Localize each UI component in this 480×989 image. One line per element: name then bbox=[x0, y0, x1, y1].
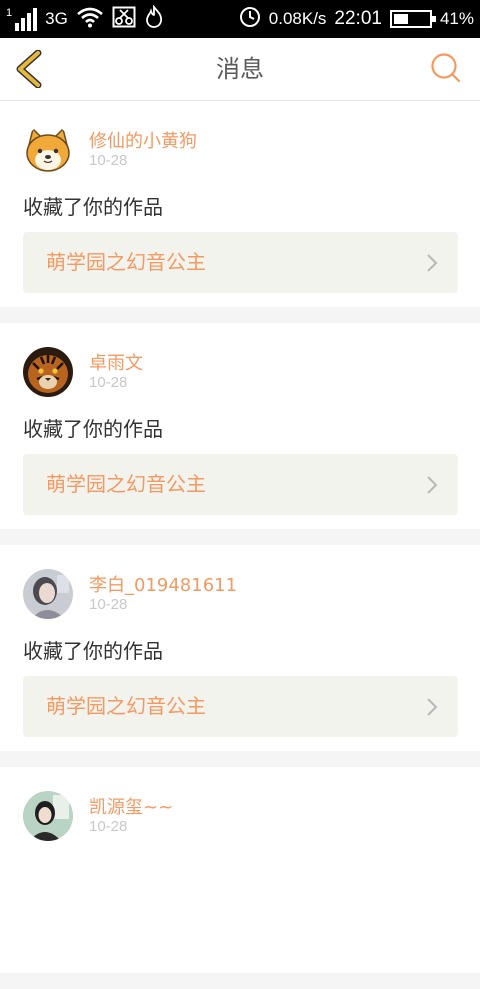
message-date: 10-28 bbox=[89, 374, 128, 391]
tiger-avatar-icon bbox=[23, 347, 73, 397]
work-link[interactable]: 萌学园之幻音公主 bbox=[23, 454, 458, 515]
clock-time: 22:01 bbox=[334, 8, 382, 29]
girl-photo-avatar-icon bbox=[23, 569, 73, 619]
work-title: 萌学园之幻音公主 bbox=[46, 472, 206, 496]
message-card: 凯源玺~~ 10-28 bbox=[0, 767, 480, 973]
chevron-right-icon bbox=[427, 698, 438, 716]
screenshot-icon bbox=[112, 6, 136, 33]
avatar[interactable] bbox=[23, 569, 73, 619]
battery-percent: 41% bbox=[439, 9, 474, 28]
wifi-icon bbox=[76, 6, 104, 33]
username[interactable]: 凯源玺~~ bbox=[89, 793, 173, 819]
chevron-right-icon bbox=[427, 254, 438, 272]
username[interactable]: 修仙的小黄狗 bbox=[89, 127, 197, 153]
app-notification-icon bbox=[144, 3, 164, 34]
message-text: 收藏了你的作品 bbox=[23, 417, 163, 441]
message-card: 卓雨文 10-28 收藏了你的作品 萌学园之幻音公主 bbox=[0, 323, 480, 529]
message-card: 修仙的小黄狗 10-28 收藏了你的作品 萌学园之幻音公主 bbox=[0, 101, 480, 307]
sim-number: 1 bbox=[6, 7, 13, 19]
work-title: 萌学园之幻音公主 bbox=[46, 250, 206, 274]
clock-icon bbox=[239, 6, 261, 33]
username[interactable]: 李白_019481611 bbox=[89, 571, 237, 597]
message-date: 10-28 bbox=[89, 152, 128, 169]
person-photo-avatar-icon bbox=[23, 791, 73, 841]
network-type: 3G bbox=[45, 9, 68, 28]
work-title: 萌学园之幻音公主 bbox=[46, 694, 206, 718]
page-title: 消息 bbox=[216, 55, 264, 83]
message-date: 10-28 bbox=[89, 818, 128, 835]
message-text: 收藏了你的作品 bbox=[23, 639, 163, 663]
message-date: 10-28 bbox=[89, 596, 128, 613]
chevron-right-icon bbox=[427, 476, 438, 494]
network-speed: 0.08K/s bbox=[268, 9, 327, 28]
avatar[interactable] bbox=[23, 791, 73, 841]
work-link[interactable]: 萌学园之幻音公主 bbox=[23, 676, 458, 737]
username[interactable]: 卓雨文 bbox=[89, 349, 143, 375]
signal-icon: 1 bbox=[6, 7, 38, 31]
message-card: 李白_019481611 10-28 收藏了你的作品 萌学园之幻音公主 bbox=[0, 545, 480, 751]
message-text: 收藏了你的作品 bbox=[23, 195, 163, 219]
search-button[interactable] bbox=[430, 52, 462, 84]
message-list[interactable]: 修仙的小黄狗 10-28 收藏了你的作品 萌学园之幻音公主 卓雨文 10-28 … bbox=[0, 101, 480, 989]
avatar[interactable] bbox=[23, 347, 73, 397]
battery-icon bbox=[389, 10, 436, 28]
work-link[interactable]: 萌学园之幻音公主 bbox=[23, 232, 458, 293]
status-bar: 1 3G 0.08K/s 22:01 41% bbox=[0, 0, 480, 38]
shiba-dog-avatar-icon bbox=[23, 125, 73, 175]
search-icon bbox=[431, 53, 461, 83]
nav-header: 消息 bbox=[0, 38, 480, 101]
avatar[interactable] bbox=[23, 125, 73, 175]
